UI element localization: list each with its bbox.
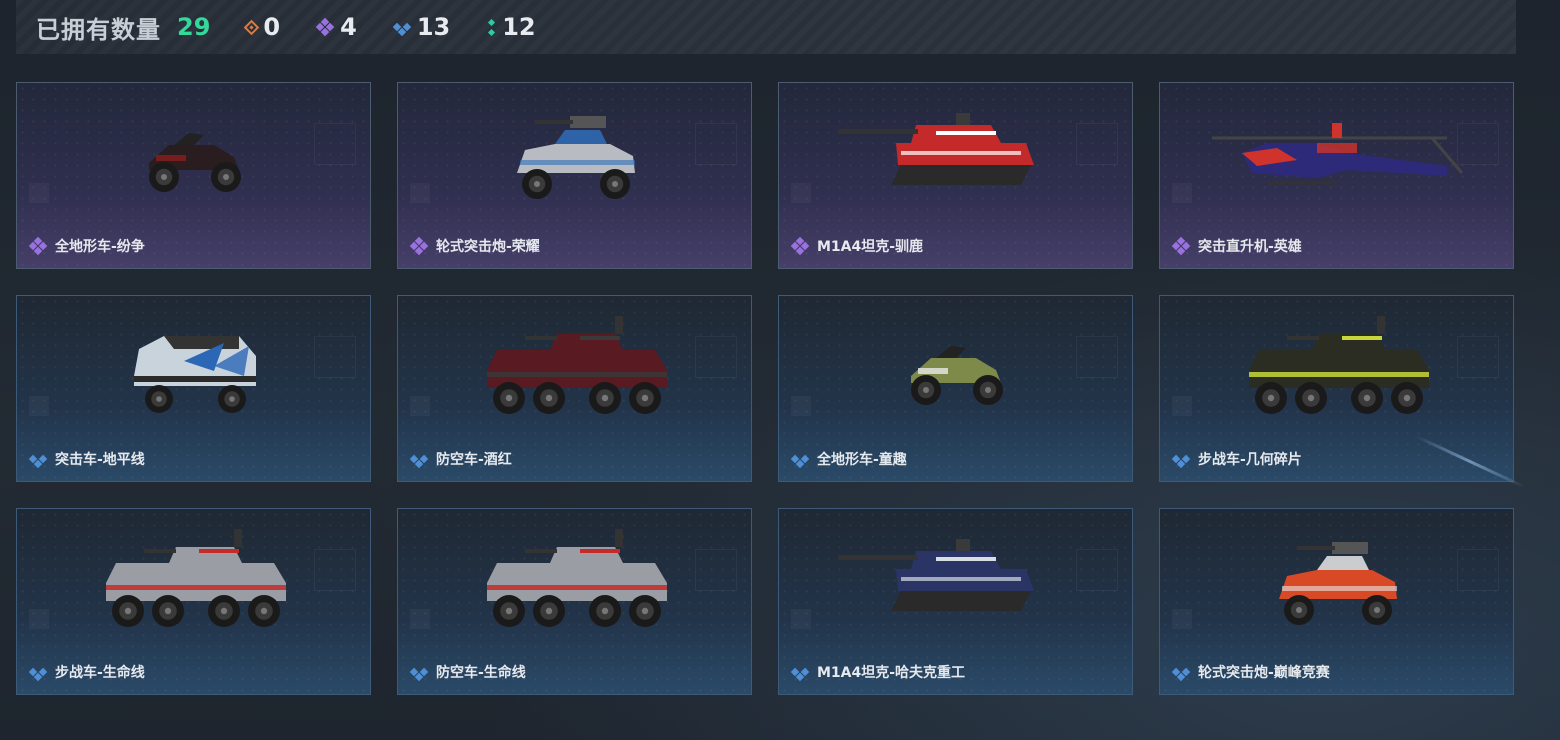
vehicle-image — [517, 116, 635, 199]
blue-rarity-icon — [409, 663, 429, 682]
vehicle-image — [1249, 316, 1429, 414]
blue-diamond-icon — [392, 18, 412, 37]
vehicle-name: 轮式突击炮-荣耀 — [436, 239, 540, 255]
green-dots-icon — [486, 18, 496, 36]
vehicle-label: M1A4坦克-哈夫克重工 — [790, 662, 966, 682]
vehicle-name: 步战车-生命线 — [55, 665, 145, 681]
stat-blue-value: 13 — [416, 13, 451, 41]
vehicle-name: 全地形车-童趣 — [817, 452, 907, 468]
vehicle-name: 突击直升机-英雄 — [1198, 239, 1302, 255]
stat-blue: 13 — [392, 13, 451, 41]
blue-rarity-icon — [28, 450, 48, 469]
vehicle-card[interactable]: M1A4坦克-哈夫克重工 — [778, 508, 1133, 695]
vehicle-grid: 全地形车-纷争 轮式突击炮-荣耀 M1A4坦克-驯鹿 突击直升机-英雄 突击车-… — [16, 82, 1514, 695]
blue-rarity-icon — [1171, 663, 1191, 682]
vehicle-label: 突击车-地平线 — [28, 449, 145, 469]
purple-rarity-icon — [409, 236, 429, 256]
purple-rarity-icon — [28, 236, 48, 256]
vehicle-name: 步战车-几何碎片 — [1198, 452, 1302, 468]
blue-rarity-icon — [790, 450, 810, 469]
stat-green: 12 — [486, 13, 536, 41]
stat-purple: 4 — [315, 13, 357, 41]
vehicle-label: 轮式突击炮-巅峰竞赛 — [1171, 662, 1330, 682]
blue-rarity-icon — [409, 450, 429, 469]
vehicle-image — [149, 133, 241, 192]
vehicle-name: 轮式突击炮-巅峰竞赛 — [1198, 665, 1330, 681]
stat-green-value: 12 — [502, 13, 536, 41]
vehicle-image — [134, 336, 256, 413]
vehicle-name: 防空车-生命线 — [436, 665, 526, 681]
purple-rarity-icon — [1171, 236, 1191, 256]
vehicle-name: 防空车-酒红 — [436, 452, 512, 468]
vehicle-card[interactable]: 步战车-几何碎片 — [1159, 295, 1514, 482]
blue-rarity-icon — [1171, 450, 1191, 469]
vehicle-name: 全地形车-纷争 — [55, 239, 145, 255]
vehicle-image — [911, 346, 1003, 405]
orange-diamond-icon — [244, 19, 260, 35]
stat-orange: 0 — [244, 13, 281, 41]
vehicle-label: M1A4坦克-驯鹿 — [790, 236, 924, 256]
purple-diamond-icon — [315, 17, 335, 37]
vehicle-card[interactable]: 轮式突击炮-荣耀 — [397, 82, 752, 269]
purple-rarity-icon — [790, 236, 810, 256]
blue-rarity-icon — [790, 663, 810, 682]
vehicle-image — [487, 529, 667, 627]
vehicle-label: 防空车-生命线 — [409, 662, 526, 682]
vehicle-label: 突击直升机-英雄 — [1171, 236, 1302, 256]
vehicle-label: 步战车-生命线 — [28, 662, 145, 682]
vehicle-card[interactable]: 全地形车-童趣 — [778, 295, 1133, 482]
vehicle-card[interactable]: 轮式突击炮-巅峰竞赛 — [1159, 508, 1514, 695]
blue-rarity-icon — [28, 663, 48, 682]
vehicle-card[interactable]: 全地形车-纷争 — [16, 82, 371, 269]
owned-count-label: 已拥有数量 — [36, 16, 161, 44]
owned-total-count: 29 — [177, 13, 211, 41]
vehicle-label: 防空车-酒红 — [409, 449, 512, 469]
vehicle-image — [838, 539, 1034, 611]
owned-count-bar: 已拥有数量 29 0 4 13 12 — [16, 0, 1516, 54]
vehicle-card[interactable]: 防空车-生命线 — [397, 508, 752, 695]
vehicle-image — [1279, 542, 1397, 625]
vehicle-image — [838, 113, 1034, 185]
stat-purple-value: 4 — [340, 13, 357, 41]
vehicle-label: 全地形车-纷争 — [28, 236, 145, 256]
vehicle-image — [106, 529, 286, 627]
vehicle-label: 步战车-几何碎片 — [1171, 449, 1302, 469]
stat-orange-value: 0 — [263, 13, 281, 41]
vehicle-card[interactable]: M1A4坦克-驯鹿 — [778, 82, 1133, 269]
vehicle-card[interactable]: 防空车-酒红 — [397, 295, 752, 482]
vehicle-card[interactable]: 突击直升机-英雄 — [1159, 82, 1514, 269]
vehicle-image — [1212, 123, 1464, 185]
vehicle-image — [487, 316, 667, 414]
vehicle-name: M1A4坦克-驯鹿 — [817, 239, 924, 255]
vehicle-label: 轮式突击炮-荣耀 — [409, 236, 540, 256]
vehicle-card[interactable]: 突击车-地平线 — [16, 295, 371, 482]
vehicle-card[interactable]: 步战车-生命线 — [16, 508, 371, 695]
vehicle-name: 突击车-地平线 — [55, 452, 145, 468]
vehicle-label: 全地形车-童趣 — [790, 449, 907, 469]
vehicle-name: M1A4坦克-哈夫克重工 — [817, 665, 966, 681]
